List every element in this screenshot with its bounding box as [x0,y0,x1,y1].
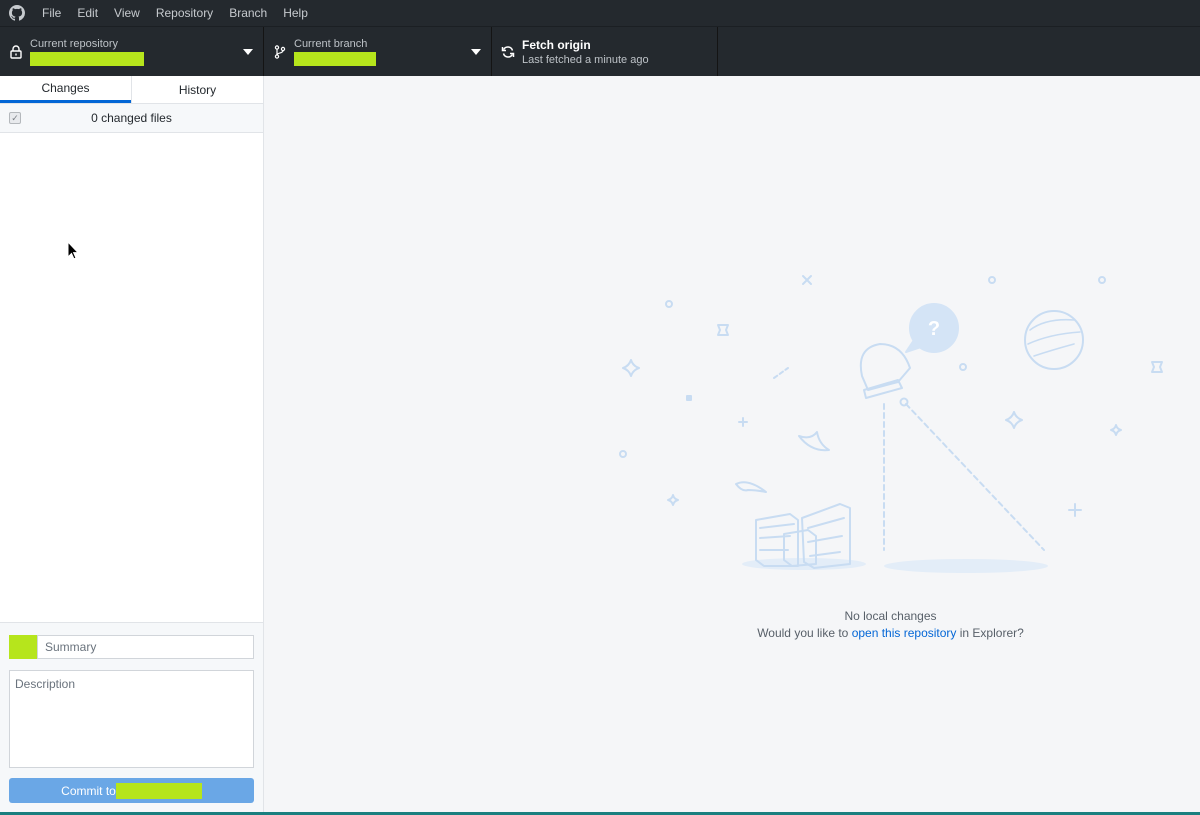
commit-branch-redacted [115,782,202,799]
sidebar: Changes History ✓ 0 changed files Commit… [0,76,264,813]
branch-name-redacted [294,52,376,66]
mouse-cursor-icon [67,241,79,260]
changes-header: ✓ 0 changed files [0,104,263,133]
sync-icon [492,45,522,59]
empty-state-message: No local changes Would you like to open … [264,608,1200,642]
prompt-prefix: Would you like to [757,626,852,640]
menu-view[interactable]: View [106,0,148,26]
sidebar-tabs: Changes History [0,76,263,104]
tab-history[interactable]: History [131,76,263,103]
fetch-origin-title: Fetch origin [522,38,591,52]
menu-branch[interactable]: Branch [221,0,275,26]
current-branch-label: Current branch [294,38,368,50]
svg-text:?: ? [928,318,940,340]
tab-changes[interactable]: Changes [0,76,131,103]
caret-down-icon [471,49,481,55]
current-branch-button[interactable]: Current branch [264,27,492,77]
empty-state-illustration: ? [619,275,1163,573]
toolbar: Current repository Current branch Fetch … [0,26,1200,77]
summary-input[interactable] [37,635,254,659]
no-local-changes-text: No local changes [844,609,937,623]
menu-file[interactable]: File [34,0,69,26]
repository-name-redacted [30,52,144,66]
current-repository-button[interactable]: Current repository [0,27,264,77]
caret-down-icon [243,49,253,55]
fetch-origin-button[interactable]: Fetch origin Last fetched a minute ago [492,27,718,77]
open-repository-prompt: Would you like to open this repository i… [264,625,1200,642]
description-input[interactable] [9,670,254,768]
commit-button[interactable]: Commit to [9,778,254,803]
checkbox-icon[interactable]: ✓ [9,112,21,124]
changed-files-count: 0 changed files [91,111,172,125]
lock-icon [0,45,30,59]
menu-bar: File Edit View Repository Branch Help [0,0,1200,26]
main-panel: ? No local changes Would you like to ope… [264,76,1200,813]
github-logo-icon[interactable] [0,0,34,26]
menu-edit[interactable]: Edit [69,0,106,26]
branch-icon [264,45,294,59]
prompt-suffix: in Explorer? [956,626,1024,640]
changed-files-list [0,133,263,621]
current-repository-label: Current repository [30,38,119,50]
menu-repository[interactable]: Repository [148,0,221,26]
commit-button-label: Commit to [61,783,116,798]
menu-help[interactable]: Help [275,0,316,26]
avatar [9,635,37,659]
last-fetched-text: Last fetched a minute ago [522,54,649,66]
commit-panel: Commit to [0,622,263,813]
open-repository-link[interactable]: open this repository [852,626,957,640]
